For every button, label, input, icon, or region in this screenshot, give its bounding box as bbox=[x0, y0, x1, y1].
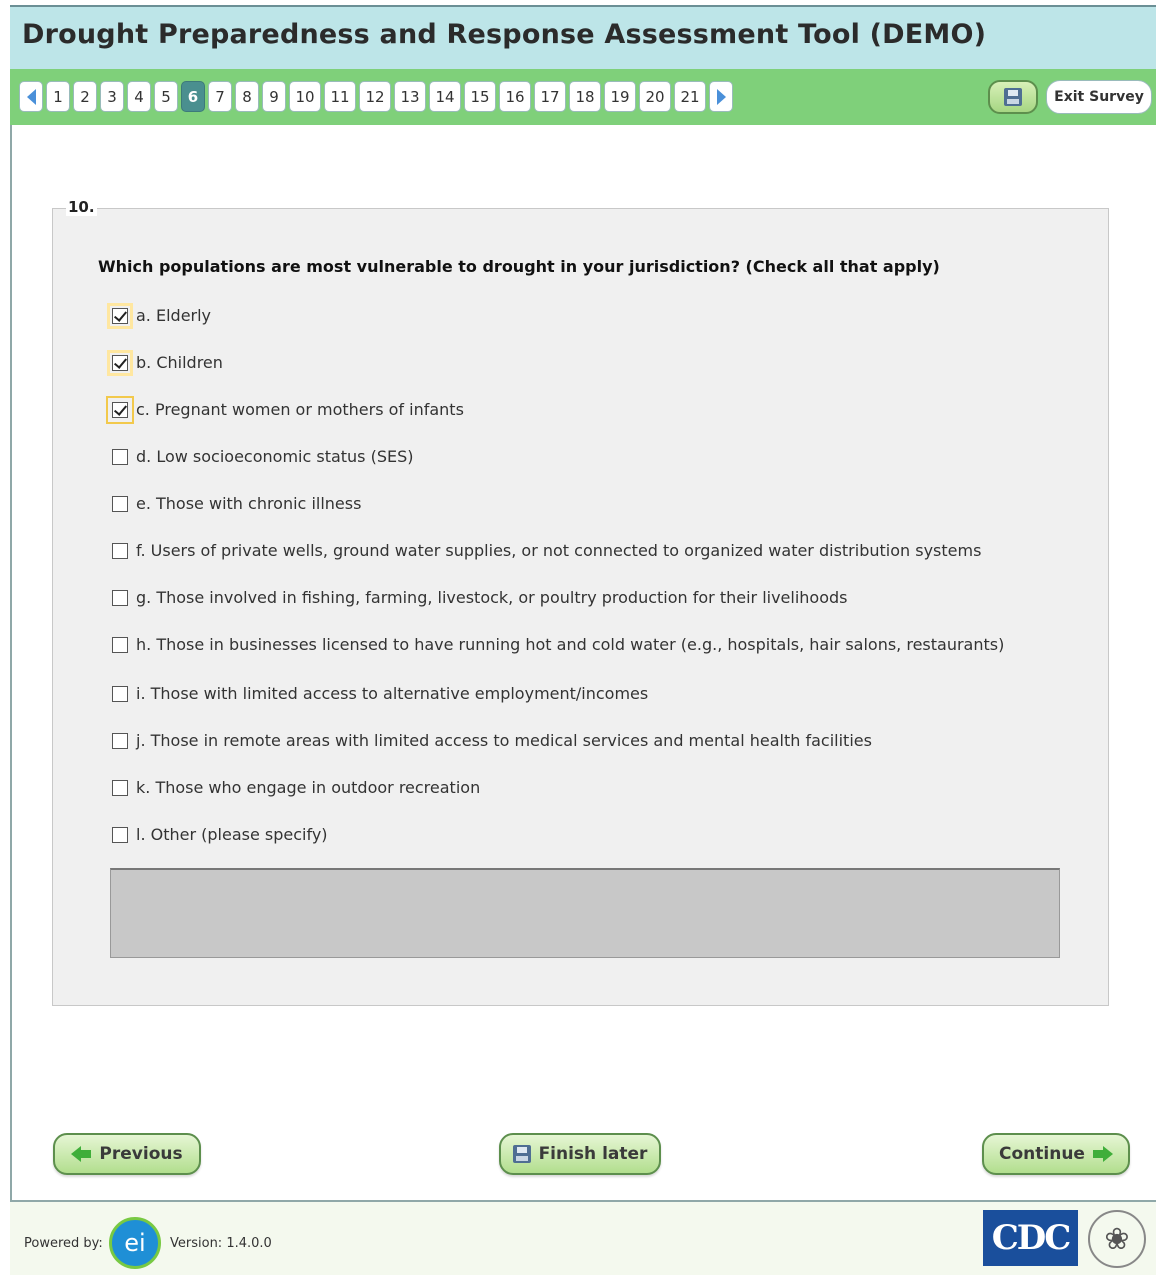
option-b[interactable]: b. Children bbox=[107, 349, 223, 376]
page-tab-8[interactable]: 8 bbox=[235, 81, 259, 112]
checkbox-l[interactable] bbox=[112, 826, 128, 843]
page-tab-9[interactable]: 9 bbox=[262, 81, 286, 112]
option-label: f. Users of private wells, ground water … bbox=[136, 541, 982, 560]
page-tab-21[interactable]: 21 bbox=[674, 81, 706, 112]
page-tab-1[interactable]: 1 bbox=[46, 81, 70, 112]
option-label: b. Children bbox=[136, 353, 223, 372]
checkbox-j[interactable] bbox=[112, 732, 128, 749]
option-l[interactable]: l. Other (please specify) bbox=[112, 825, 328, 844]
checkbox-e[interactable] bbox=[112, 495, 128, 512]
option-i[interactable]: i. Those with limited access to alternat… bbox=[112, 684, 648, 703]
arrow-left-icon bbox=[71, 1146, 92, 1162]
checkbox-g[interactable] bbox=[112, 589, 128, 606]
checkbox-c[interactable] bbox=[106, 395, 134, 424]
page-tab-19[interactable]: 19 bbox=[604, 81, 636, 112]
previous-button[interactable]: Previous bbox=[53, 1133, 201, 1175]
previous-label: Previous bbox=[99, 1144, 183, 1164]
next-page-button[interactable] bbox=[709, 81, 733, 112]
continue-button[interactable]: Continue bbox=[982, 1133, 1130, 1175]
checkbox-b[interactable] bbox=[107, 349, 133, 376]
option-label: d. Low socioeconomic status (SES) bbox=[136, 447, 414, 466]
page-tab-3[interactable]: 3 bbox=[100, 81, 124, 112]
page-tab-16[interactable]: 16 bbox=[499, 81, 531, 112]
checkbox-f[interactable] bbox=[112, 542, 128, 559]
option-c[interactable]: c. Pregnant women or mothers of infants bbox=[106, 395, 464, 424]
page-tab-5[interactable]: 5 bbox=[154, 81, 178, 112]
page-tab-14[interactable]: 14 bbox=[429, 81, 461, 112]
option-label: c. Pregnant women or mothers of infants bbox=[136, 400, 464, 419]
finish-later-label: Finish later bbox=[538, 1144, 648, 1164]
finish-later-button[interactable]: Finish later bbox=[499, 1133, 661, 1175]
ei-logo: ei bbox=[109, 1217, 161, 1269]
app-title: Drought Preparedness and Response Assess… bbox=[22, 19, 987, 50]
version-label: Version: 1.4.0.0 bbox=[170, 1236, 272, 1251]
exit-survey-button[interactable]: Exit Survey bbox=[1046, 80, 1152, 114]
question-text: Which populations are most vulnerable to… bbox=[98, 257, 940, 276]
triangle-left-icon bbox=[26, 88, 36, 105]
question-number: 10. bbox=[66, 198, 97, 216]
page-tab-15[interactable]: 15 bbox=[464, 81, 496, 112]
page-tab-12[interactable]: 12 bbox=[359, 81, 391, 112]
option-j[interactable]: j. Those in remote areas with limited ac… bbox=[112, 731, 872, 750]
page-tab-10[interactable]: 10 bbox=[289, 81, 321, 112]
option-label: h. Those in businesses licensed to have … bbox=[136, 635, 1005, 654]
option-e[interactable]: e. Those with chronic illness bbox=[112, 494, 361, 513]
option-label: e. Those with chronic illness bbox=[136, 494, 362, 513]
title-bar: Drought Preparedness and Response Assess… bbox=[10, 5, 1156, 69]
page-tab-18[interactable]: 18 bbox=[569, 81, 601, 112]
floppy-disk-icon bbox=[1004, 88, 1022, 106]
page-tab-20[interactable]: 20 bbox=[639, 81, 671, 112]
triangle-right-icon bbox=[716, 88, 726, 105]
checkbox-i[interactable] bbox=[112, 685, 128, 702]
page-tab-13[interactable]: 13 bbox=[394, 81, 426, 112]
prev-page-button[interactable] bbox=[19, 81, 43, 112]
option-g[interactable]: g. Those involved in fishing, farming, l… bbox=[112, 588, 848, 607]
option-label: j. Those in remote areas with limited ac… bbox=[136, 731, 872, 750]
option-k[interactable]: k. Those who engage in outdoor recreatio… bbox=[112, 778, 480, 797]
page-tab-7[interactable]: 7 bbox=[208, 81, 232, 112]
cdc-logo: CDC bbox=[983, 1210, 1078, 1266]
page-navigation-bar: 1 2 3 4 5 6 7 8 9 10 11 12 13 14 15 16 1… bbox=[10, 69, 1156, 125]
option-d[interactable]: d. Low socioeconomic status (SES) bbox=[112, 447, 414, 466]
page-tabs: 1 2 3 4 5 6 7 8 9 10 11 12 13 14 15 16 1… bbox=[19, 81, 733, 112]
checkbox-a[interactable] bbox=[107, 302, 133, 329]
arrow-right-icon bbox=[1092, 1146, 1113, 1162]
page-tab-2[interactable]: 2 bbox=[73, 81, 97, 112]
checkbox-h[interactable] bbox=[112, 636, 128, 653]
checkbox-k[interactable] bbox=[112, 779, 128, 796]
option-f[interactable]: f. Users of private wells, ground water … bbox=[112, 541, 981, 560]
page-tab-6[interactable]: 6 bbox=[181, 81, 205, 112]
floppy-disk-icon bbox=[512, 1145, 531, 1163]
page-tab-4[interactable]: 4 bbox=[127, 81, 151, 112]
checkbox-d[interactable] bbox=[112, 448, 128, 465]
option-label: i. Those with limited access to alternat… bbox=[136, 684, 649, 703]
save-button[interactable] bbox=[988, 80, 1038, 114]
option-label: l. Other (please specify) bbox=[136, 825, 328, 844]
option-label: k. Those who engage in outdoor recreatio… bbox=[136, 778, 481, 797]
option-a[interactable]: a. Elderly bbox=[107, 302, 212, 329]
other-specify-textarea[interactable] bbox=[110, 868, 1060, 958]
continue-label: Continue bbox=[999, 1144, 1085, 1164]
option-h[interactable]: h. Those in businesses licensed to have … bbox=[112, 635, 1004, 654]
option-label: a. Elderly bbox=[136, 306, 212, 325]
hhs-seal-icon: ❀ bbox=[1088, 1210, 1146, 1268]
page-tab-17[interactable]: 17 bbox=[534, 81, 566, 112]
footer: Powered by: ei Version: 1.4.0.0 CDC ❀ bbox=[10, 1200, 1156, 1275]
page-tab-11[interactable]: 11 bbox=[324, 81, 356, 112]
powered-by-label: Powered by: bbox=[24, 1236, 103, 1251]
option-label: g. Those involved in fishing, farming, l… bbox=[136, 588, 848, 607]
